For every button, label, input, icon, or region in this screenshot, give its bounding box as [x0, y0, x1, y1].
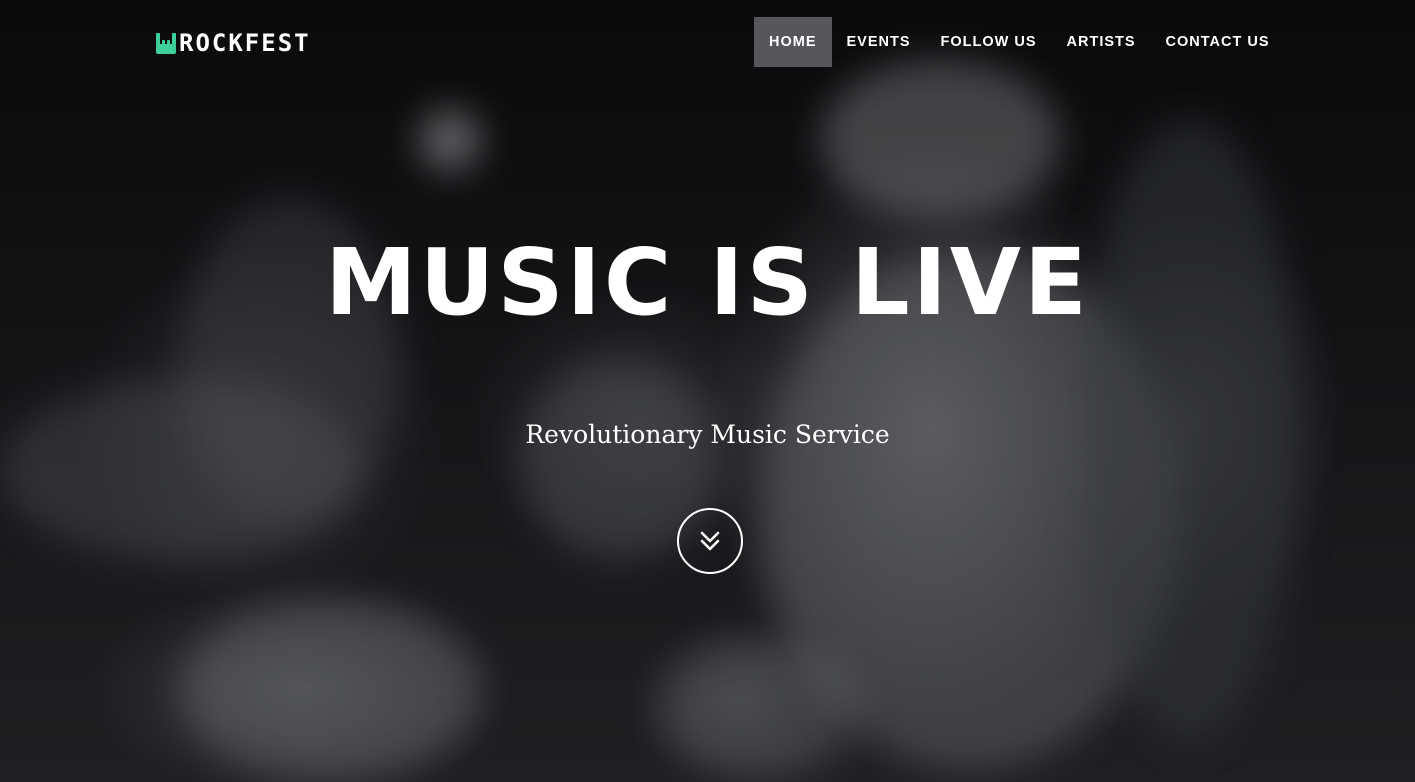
- background-photo-shape: [820, 60, 1060, 220]
- background-photo-shape: [0, 380, 360, 560]
- hero-overlay: [0, 0, 1415, 782]
- nav-item-events[interactable]: EVENTS: [832, 17, 926, 67]
- background-photo-shape: [660, 640, 860, 780]
- hero-section: ROCKFEST HOME EVENTS FOLLOW US ARTISTS C…: [0, 0, 1415, 782]
- double-chevron-down-icon: [700, 531, 720, 551]
- rock-hand-icon: [156, 33, 176, 54]
- nav-item-follow-us[interactable]: FOLLOW US: [926, 17, 1052, 67]
- logo-text: ROCKFEST: [179, 29, 311, 57]
- scroll-down-button[interactable]: [677, 508, 743, 574]
- main-navigation: HOME EVENTS FOLLOW US ARTISTS CONTACT US: [754, 17, 1285, 67]
- nav-item-artists[interactable]: ARTISTS: [1052, 17, 1151, 67]
- hero-subheadline: Revolutionary Music Service: [525, 420, 890, 449]
- background-photo-shape: [180, 600, 480, 780]
- nav-item-home[interactable]: HOME: [754, 17, 832, 67]
- nav-item-contact-us[interactable]: CONTACT US: [1151, 17, 1285, 67]
- hero-headline: MUSIC IS LIVE: [325, 229, 1090, 336]
- site-logo[interactable]: ROCKFEST: [155, 30, 311, 56]
- background-photo-shape: [420, 110, 480, 170]
- site-header: ROCKFEST HOME EVENTS FOLLOW US ARTISTS C…: [0, 0, 1415, 84]
